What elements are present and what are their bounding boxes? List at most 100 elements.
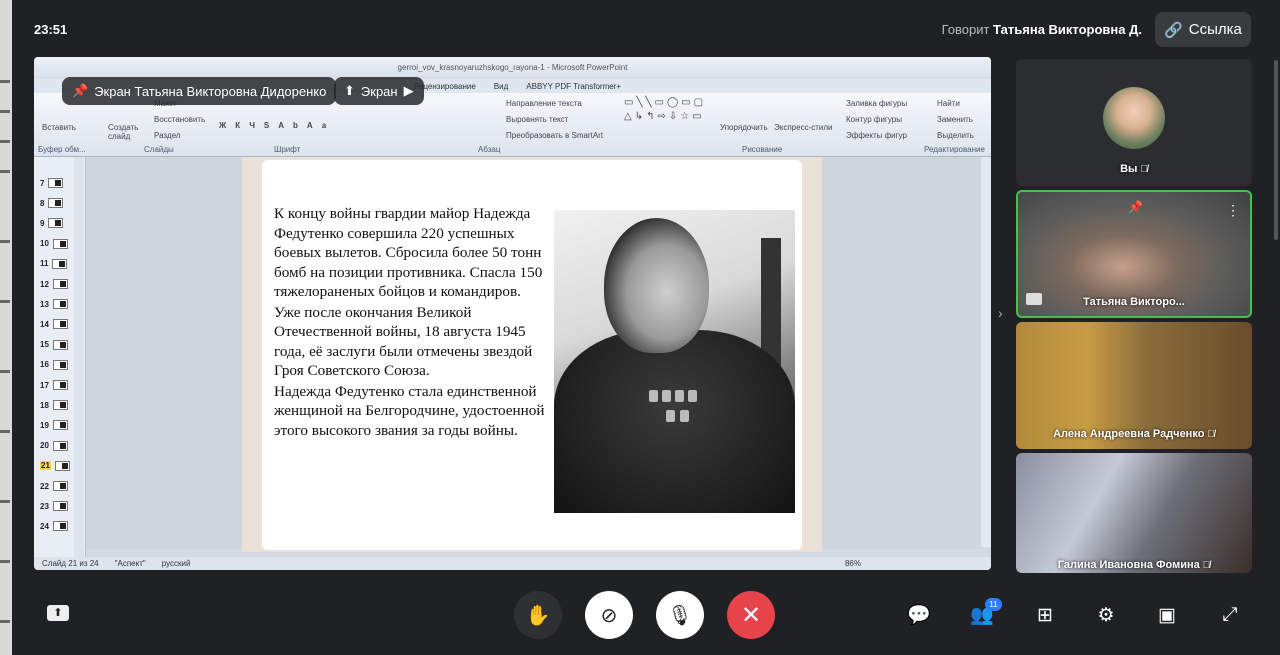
pin-icon: 📌 (72, 83, 89, 98)
photo-medal (675, 390, 684, 402)
create-slide-button[interactable]: Создать слайд (108, 123, 138, 141)
restore-button[interactable]: Восстановить (154, 115, 205, 124)
photo-medal (680, 410, 689, 422)
ribbon-group-clipboard: Буфер обм... (38, 145, 86, 154)
slide-thumbnail-image (52, 238, 68, 249)
slide-thumbnail-number: 10 (40, 239, 49, 249)
slide-paragraph-3: Надежда Федутенко стала единственной жен… (274, 382, 545, 439)
participants-scrollbar[interactable] (1274, 60, 1278, 240)
font-format-buttons[interactable]: ЖКЧSAbAa (219, 121, 335, 130)
shapes-gallery-row2[interactable]: △↳↰⇨⇩☆▭ (624, 111, 705, 122)
microphone-off-icon: 🎙 (667, 604, 693, 627)
slide-thumbnail-number: 15 (40, 340, 49, 350)
arrange-button[interactable]: Упорядочить (720, 123, 768, 132)
smartart-button[interactable]: Преобразовать в SmartArt (506, 131, 603, 140)
photo-medal (649, 390, 658, 402)
slide-thumbnails-panel: 7 8 9 10 11 12 13 14 15 16 17 18 19 20 21 22 23 24 (34, 157, 86, 557)
section-button[interactable]: Раздел (154, 131, 180, 140)
status-slide-count: Слайд 21 из 24 (42, 559, 99, 568)
slide-thumbnail-image (52, 400, 68, 411)
microphone-muted-icon: 🎙̸ (1202, 560, 1211, 571)
align-text-button[interactable]: Выровнять текст (506, 115, 568, 124)
grid-layout-icon[interactable]: ⊞ (1032, 602, 1058, 628)
current-slide[interactable]: К концу войны гвардии майор Надежда Феду… (262, 160, 802, 550)
fullscreen-icon[interactable]: ⤢ (1217, 602, 1243, 628)
collapse-panel-chevron-icon[interactable]: › (998, 305, 1003, 321)
participant-tile-presenter[interactable]: 📌 ⋮ Татьяна Викторо... (1016, 190, 1252, 318)
raise-hand-button[interactable]: ✋ (514, 591, 562, 639)
slide-thumbnail-image (52, 420, 68, 431)
ribbon-group-drawing: Рисование (742, 145, 783, 154)
hand-icon: ✋ (525, 604, 551, 627)
close-icon: ✕ (740, 601, 762, 629)
slide-thumbnail-number: 19 (40, 420, 49, 430)
status-zoom: 86% (844, 559, 861, 568)
participant-tile[interactable]: Галина Ивановна Фомина 🎙̸ (1016, 453, 1252, 573)
pin-icon[interactable]: 📌 (1128, 200, 1143, 214)
participant-name: Вы 🎙̸ (1120, 163, 1148, 175)
microphone-muted-icon: 🎙̸ (1207, 429, 1215, 440)
more-options-icon[interactable]: ⋮ (1226, 202, 1240, 219)
shape-effects-button[interactable]: Эффекты фигур (846, 131, 907, 140)
link-button[interactable]: 🔗 Ссылка (1155, 12, 1251, 47)
slide-thumbnail-image (48, 178, 64, 188)
powerpoint-title-bar: gerroi_vov_krasnoyaruzhskogo_rayona-1 - … (34, 57, 991, 79)
slide-thumbnail-image (48, 198, 64, 209)
slide-text-box[interactable]: К концу войны гвардии майор Надежда Феду… (274, 204, 549, 441)
participant-name: Алена Андреевна Радченко 🎙̸ (1053, 428, 1215, 440)
share-screen-icon[interactable]: ⬆ (47, 605, 69, 621)
powerpoint-status-bar: Слайд 21 из 24 "Аспект" русский 86% (34, 557, 991, 570)
link-button-label: Ссылка (1188, 21, 1242, 38)
screen-source-label[interactable]: ⬆ Экран ▶ (334, 77, 424, 105)
slide-editing-area: К концу войны гвардии майор Надежда Феду… (86, 157, 981, 552)
microphone-muted-icon: 🎙̸ (1140, 164, 1148, 175)
slide-thumbnail-number: 12 (40, 279, 49, 289)
gear-icon[interactable]: ⚙ (1093, 602, 1119, 628)
slide-thumbnail-image (52, 481, 68, 491)
slide-thumbnail-number: 8 (40, 198, 45, 208)
photo-figure-head (604, 218, 709, 353)
shapes-gallery[interactable]: ▭╲╲▭◯▭▢ (624, 97, 706, 108)
screen-source-text: Экран (360, 83, 398, 99)
tab-abbyy[interactable]: ABBYY PDF Transformer+ (526, 82, 621, 91)
slide-thumbnail-number: 14 (40, 319, 49, 329)
status-theme: "Аспект" (114, 559, 146, 568)
slide-thumbnail-number: 21 (40, 461, 51, 471)
select-button[interactable]: Выделить (937, 131, 974, 140)
slide-thumbnail-number: 13 (40, 299, 49, 309)
text-direction-button[interactable]: Направление текста (506, 99, 582, 108)
slide-thumbnail-image (52, 319, 68, 330)
insert-button[interactable]: Вставить (42, 123, 76, 132)
pinned-screen-label[interactable]: 📌 Экран Татьяна Викторовна Дидоренко (62, 77, 337, 105)
background-window-edge (0, 0, 12, 655)
active-speaker: Говорит Татьяна Викторовна Д. (942, 22, 1142, 37)
participant-tile[interactable]: Алена Андреевна Радченко 🎙̸ (1016, 322, 1252, 449)
pinned-screen-text: Экран Татьяна Викторовна Дидоренко (94, 83, 327, 99)
screen-share-icon: ⬆ (344, 83, 355, 98)
speaker-prefix: Говорит (941, 22, 990, 37)
slide-photo[interactable] (554, 210, 795, 513)
slide-thumbnail-number: 22 (40, 481, 49, 491)
find-button[interactable]: Найти (937, 99, 960, 108)
speaker-name: Татьяна Викторовна Д. (993, 22, 1142, 37)
slide-thumbnail-image (52, 380, 68, 390)
participant-tile-self[interactable]: Вы 🎙̸ (1016, 59, 1252, 186)
shape-fill-button[interactable]: Заливка фигуры (846, 99, 907, 108)
ribbon-group-editing: Редактирование (924, 145, 985, 154)
thumbnails-scrollbar[interactable] (74, 157, 84, 557)
camera-icon: ▶ (403, 83, 414, 98)
slide-thumbnail-image (52, 299, 68, 310)
video-call-window: 23:51 Говорит Татьяна Викторовна Д. 🔗 Сс… (0, 0, 1280, 655)
slide-scrollbar[interactable] (981, 157, 991, 547)
tab-view[interactable]: Вид (494, 82, 508, 91)
picture-in-picture-icon[interactable]: ▣ (1154, 602, 1180, 628)
slide-thumbnail-number: 20 (40, 441, 49, 451)
photo-medal (688, 390, 697, 402)
camera-toggle-button[interactable]: ⊘ (585, 591, 633, 639)
shape-outline-button[interactable]: Контур фигуры (846, 115, 902, 124)
chat-icon[interactable]: 💬 (906, 602, 932, 628)
replace-button[interactable]: Заменить (937, 115, 973, 124)
microphone-toggle-button[interactable]: 🎙 (656, 591, 704, 639)
end-call-button[interactable]: ✕ (727, 591, 775, 639)
quick-styles-button[interactable]: Экспресс-стили (774, 123, 833, 132)
